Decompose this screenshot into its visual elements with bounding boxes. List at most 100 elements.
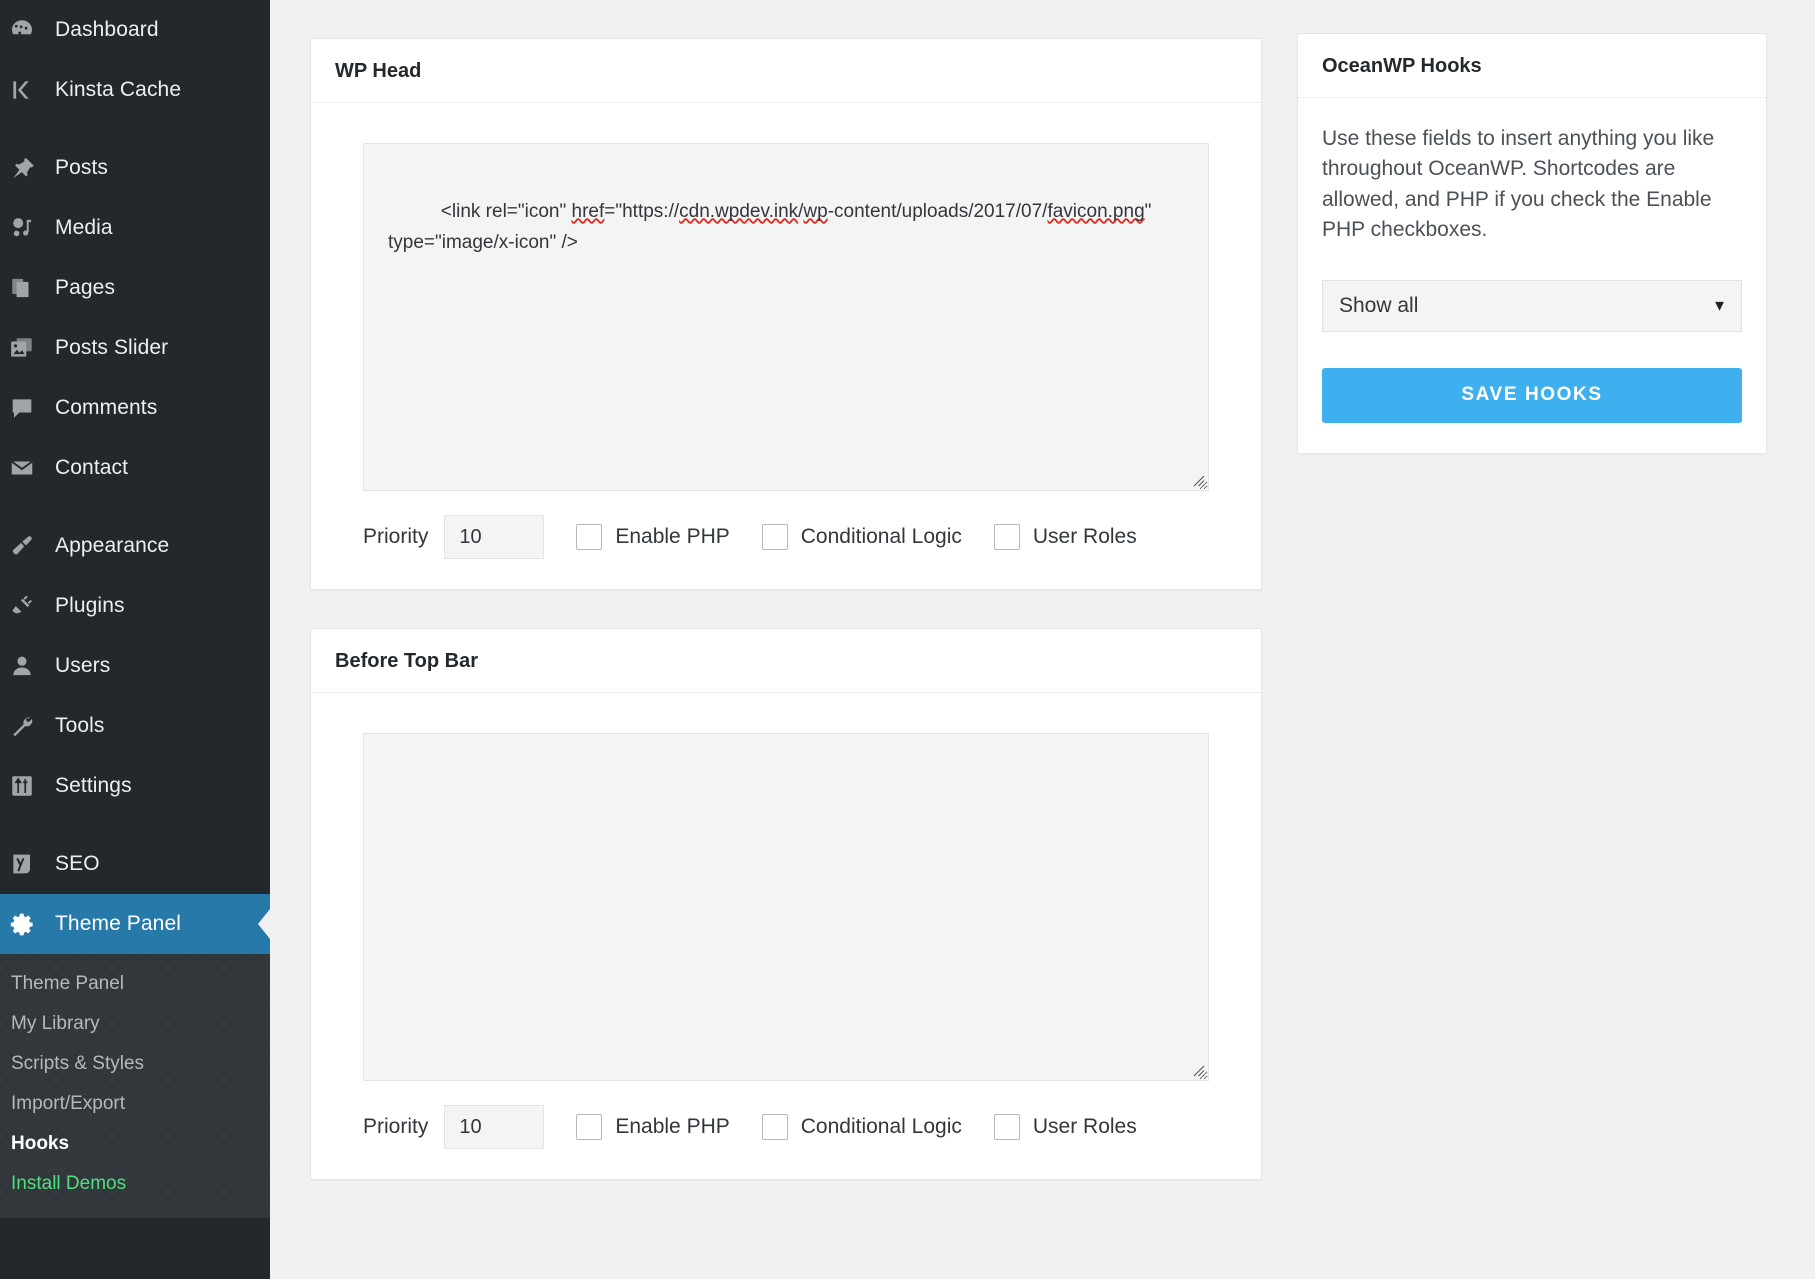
hook-box-body: Priority Enable PHP Conditional Logic Us…: [311, 693, 1261, 1179]
kinsta-k-icon: [9, 77, 55, 103]
hook-filter-selected-value: Show all: [1339, 293, 1419, 317]
sidebar-group-2: Posts Media Pages Posts Slider Comments …: [0, 138, 270, 498]
media-icon: [9, 215, 55, 241]
sidebar-item-label: Appearance: [55, 534, 170, 557]
checkbox-user-roles[interactable]: User Roles: [993, 524, 1137, 550]
checkbox-label: Enable PHP: [615, 525, 730, 548]
checkbox-conditional-logic[interactable]: Conditional Logic: [761, 1114, 962, 1140]
priority-label: Priority: [363, 525, 429, 548]
checkbox-label: Enable PHP: [615, 1115, 730, 1138]
sidebar-item-pages[interactable]: Pages: [0, 258, 270, 318]
wrench-icon: [9, 713, 55, 739]
submenu-item-theme-panel[interactable]: Theme Panel: [0, 964, 270, 1004]
checkbox-label: Conditional Logic: [800, 1115, 962, 1138]
submenu-item-import-export[interactable]: Import/Export: [0, 1084, 270, 1124]
sidebar-item-comments[interactable]: Comments: [0, 378, 270, 438]
sliders-icon: [9, 773, 55, 799]
submenu-item-hooks[interactable]: Hooks: [0, 1124, 270, 1164]
sidebar-item-label: Settings: [55, 774, 132, 797]
hook-box-before-top-bar: Before Top Bar Priority 10 Enable PHP Co…: [310, 628, 1262, 1180]
priority-input[interactable]: [444, 1105, 545, 1149]
pin-icon: [9, 155, 55, 181]
sidebar-item-label: Posts Slider: [55, 336, 169, 359]
submenu-item-my-library[interactable]: My Library: [0, 1004, 270, 1044]
sidebar-item-tools[interactable]: Tools: [0, 696, 270, 756]
sidebar-item-label: SEO: [55, 852, 100, 875]
panel-body: Use these fields to insert anything you …: [1298, 98, 1766, 453]
sidebar-item-plugins[interactable]: Plugins: [0, 576, 270, 636]
resize-handle-icon[interactable]: [1189, 471, 1205, 487]
yoast-seo-icon: [9, 851, 55, 877]
hook-box-header: WP Head: [311, 39, 1261, 103]
checkbox-enable-php[interactable]: Enable PHP: [576, 1114, 730, 1140]
priority-input[interactable]: [444, 515, 545, 559]
sidebar-item-appearance[interactable]: Appearance: [0, 516, 270, 576]
sidebar-group-4: SEO: [0, 834, 270, 894]
panel-title: OceanWP Hooks: [1322, 55, 1482, 77]
hook-box-title: Before Top Bar: [335, 650, 478, 672]
sidebar-item-label: Media: [55, 216, 113, 239]
theme-panel-submenu: Theme Panel My Library Scripts & Styles …: [0, 954, 270, 1218]
hook-controls: Priority Enable PHP Conditional Logic Us…: [363, 515, 1209, 559]
sidebar-divider: [0, 816, 270, 834]
sidebar-divider: [0, 120, 270, 138]
slider-images-icon: [9, 335, 55, 361]
wp-head-textarea[interactable]: <link rel="icon" href="https://cdn.wpdev…: [363, 143, 1209, 491]
checkbox-box[interactable]: [993, 1114, 1020, 1140]
hook-box-wp-head: WP Head <link rel="icon" href="https://c…: [310, 38, 1262, 590]
checkbox-box[interactable]: [761, 524, 788, 550]
sidebar-item-seo[interactable]: SEO: [0, 834, 270, 894]
sidebar-item-label: Plugins: [55, 594, 125, 617]
sidebar-item-label: Contact: [55, 456, 129, 479]
sidebar-item-label: Theme Panel: [55, 912, 182, 935]
dashboard-icon: [9, 17, 55, 43]
sidebar-item-posts[interactable]: Posts: [0, 138, 270, 198]
active-pointer-arrow: [258, 909, 270, 939]
resize-handle-icon[interactable]: [1189, 1061, 1205, 1077]
checkbox-box[interactable]: [761, 1114, 788, 1140]
checkbox-enable-php[interactable]: Enable PHP: [576, 524, 730, 550]
checkbox-box[interactable]: [576, 524, 603, 550]
sidebar-group-3: Appearance Plugins Users Tools Settings: [0, 516, 270, 816]
checkbox-label: Conditional Logic: [800, 525, 962, 548]
checkbox-conditional-logic[interactable]: Conditional Logic: [761, 524, 962, 550]
sidebar-item-settings[interactable]: Settings: [0, 756, 270, 816]
user-icon: [9, 653, 55, 679]
sidebar-item-label: Tools: [55, 714, 105, 737]
priority-label: Priority: [363, 1115, 429, 1138]
submenu-item-install-demos[interactable]: Install Demos: [0, 1164, 270, 1204]
checkbox-box[interactable]: [993, 524, 1020, 550]
admin-sidebar: Dashboard Kinsta Cache Posts Media Pages…: [0, 0, 270, 1279]
sidebar-item-kinsta-cache[interactable]: Kinsta Cache: [0, 60, 270, 120]
checkbox-label: User Roles: [1032, 525, 1137, 548]
save-hooks-button[interactable]: Save Hooks: [1322, 367, 1742, 423]
sidebar-item-theme-panel[interactable]: Theme Panel: [0, 894, 270, 954]
sidebar-item-label: Users: [55, 654, 111, 677]
checkbox-box[interactable]: [576, 1114, 603, 1140]
chevron-down-icon: ▼: [1712, 297, 1727, 315]
sidebar-item-posts-slider[interactable]: Posts Slider: [0, 318, 270, 378]
sidebar-item-label: Kinsta Cache: [55, 78, 182, 101]
hook-filter-select[interactable]: Show all ▼: [1322, 279, 1742, 332]
gear-icon: [9, 911, 55, 938]
hook-controls: Priority Enable PHP Conditional Logic Us…: [363, 1105, 1209, 1149]
paintbrush-icon: [9, 533, 55, 559]
submenu-item-scripts-styles[interactable]: Scripts & Styles: [0, 1044, 270, 1084]
checkbox-user-roles[interactable]: User Roles: [993, 1114, 1137, 1140]
checkbox-label: User Roles: [1032, 1115, 1137, 1138]
hook-box-header: Before Top Bar: [311, 629, 1261, 693]
sidebar-item-media[interactable]: Media: [0, 198, 270, 258]
plug-icon: [9, 593, 55, 619]
oceanwp-hooks-panel: OceanWP Hooks Use these fields to insert…: [1297, 33, 1767, 454]
textarea-text: <link rel="icon" href="https://cdn.wpdev…: [388, 200, 1157, 253]
main-content: WP Head <link rel="icon" href="https://c…: [270, 0, 1815, 1279]
hook-box-title: WP Head: [335, 60, 422, 82]
before-top-bar-textarea[interactable]: [363, 733, 1209, 1081]
side-column: OceanWP Hooks Use these fields to insert…: [1297, 33, 1767, 492]
sidebar-item-dashboard[interactable]: Dashboard: [0, 0, 270, 60]
sidebar-item-label: Dashboard: [55, 18, 159, 41]
sidebar-item-label: Pages: [55, 276, 116, 299]
sidebar-item-label: Posts: [55, 156, 109, 179]
sidebar-item-contact[interactable]: Contact: [0, 438, 270, 498]
sidebar-item-users[interactable]: Users: [0, 636, 270, 696]
